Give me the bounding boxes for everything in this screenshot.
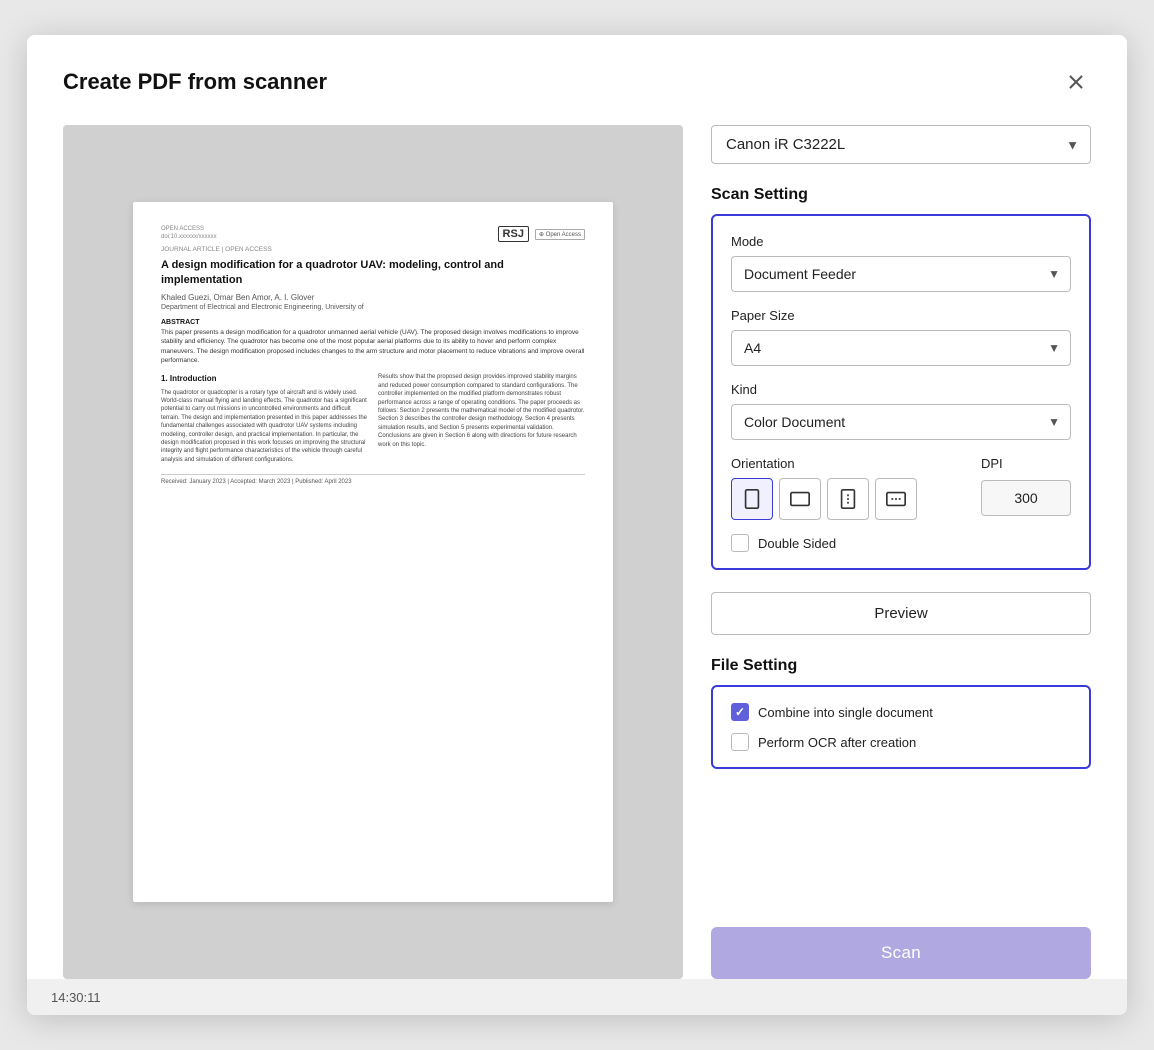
doc-affiliation: Department of Electrical and Electronic … (161, 304, 585, 311)
file-setting-section-title: File Setting (711, 657, 1091, 675)
landscape-flip-icon (885, 488, 907, 510)
doc-col-left: 1. Introduction The quadrotor or quadcop… (161, 373, 368, 464)
mode-select-wrap: Document Feeder Flatbed ▼ (731, 256, 1071, 292)
paper-size-label: Paper Size (731, 308, 1071, 323)
mode-select[interactable]: Document Feeder Flatbed (731, 256, 1071, 292)
doc-small-text: OPEN ACCESS (161, 226, 217, 232)
doc-section-title: 1. Introduction (161, 373, 368, 384)
settings-spacer (711, 791, 1091, 927)
orientation-buttons (731, 478, 965, 520)
kind-select-wrap: Color Document Black & White Document Co… (731, 404, 1071, 440)
orientation-group: Orientation (731, 456, 965, 520)
doc-authors: Khaled Guezi, Omar Ben Amor, A. I. Glove… (161, 293, 585, 302)
dpi-label: DPI (981, 456, 1071, 471)
doc-open-access-badge: ⊕ Open Access (535, 229, 585, 240)
bottom-time: 14:30:11 (51, 990, 101, 1005)
bottom-bar: 14:30:11 (27, 979, 1127, 1015)
doc-rsj-logo: RSJ (498, 226, 529, 242)
dpi-input[interactable] (981, 480, 1071, 516)
scan-setting-section-title: Scan Setting (711, 186, 1091, 204)
doc-intro-text: The quadrotor or quadcopter is a rotary … (161, 389, 368, 465)
dialog-title: Create PDF from scanner (63, 69, 327, 95)
paper-size-select-wrap: A4 A3 Letter Legal ▼ (731, 330, 1071, 366)
orientation-label: Orientation (731, 456, 965, 471)
kind-select[interactable]: Color Document Black & White Document Co… (731, 404, 1071, 440)
dialog-body: OPEN ACCESS doi:10.xxxxxx/xxxxxx RSJ ⊕ O… (63, 125, 1091, 979)
doc-logos: RSJ ⊕ Open Access (498, 226, 585, 242)
doc-doi: doi:10.xxxxxx/xxxxxx (161, 234, 217, 240)
dpi-group: DPI (981, 456, 1071, 516)
close-button[interactable] (1061, 67, 1091, 97)
scanner-select-wrap: Canon iR C3222L ▼ (711, 125, 1091, 164)
double-sided-row: Double Sided (731, 534, 1071, 552)
doc-two-col-section: 1. Introduction The quadrotor or quadcop… (161, 373, 585, 464)
scan-button[interactable]: Scan (711, 927, 1091, 979)
document-preview-area: OPEN ACCESS doi:10.xxxxxx/xxxxxx RSJ ⊕ O… (63, 125, 683, 979)
mode-label: Mode (731, 234, 1071, 249)
doc-header-row: OPEN ACCESS doi:10.xxxxxx/xxxxxx RSJ ⊕ O… (161, 226, 585, 242)
landscape-icon (789, 488, 811, 510)
doc-col-right: Results show that the proposed design pr… (378, 373, 585, 464)
ocr-checkbox[interactable] (731, 733, 749, 751)
orientation-dpi-row: Orientation (731, 456, 1071, 520)
doc-right-text: Results show that the proposed design pr… (378, 373, 585, 449)
combine-checkbox[interactable] (731, 703, 749, 721)
ocr-label: Perform OCR after creation (758, 735, 916, 750)
preview-button[interactable]: Preview (711, 592, 1091, 635)
orientation-landscape-button[interactable] (779, 478, 821, 520)
portrait-flip-icon (837, 488, 859, 510)
orientation-landscape-flip-button[interactable] (875, 478, 917, 520)
scan-setting-box: Mode Document Feeder Flatbed ▼ Paper Siz… (711, 214, 1091, 570)
doc-journal-label: JOURNAL ARTICLE | OPEN ACCESS (161, 246, 585, 253)
dialog-header: Create PDF from scanner (63, 67, 1091, 97)
close-icon (1065, 71, 1087, 93)
double-sided-label: Double Sided (758, 536, 836, 551)
doc-footer: Received: January 2023 | Accepted: March… (161, 474, 585, 485)
orientation-portrait-flip-button[interactable] (827, 478, 869, 520)
doc-abstract-text: This paper presents a design modificatio… (161, 328, 585, 366)
scanner-select[interactable]: Canon iR C3222L (711, 125, 1091, 164)
portrait-icon (741, 488, 763, 510)
file-setting-box: Combine into single document Perform OCR… (711, 685, 1091, 769)
create-pdf-dialog: Create PDF from scanner OPEN ACCESS doi:… (27, 35, 1127, 1015)
combine-option-row: Combine into single document (731, 703, 1071, 721)
kind-label: Kind (731, 382, 1071, 397)
ocr-option-row: Perform OCR after creation (731, 733, 1071, 751)
orientation-portrait-button[interactable] (731, 478, 773, 520)
settings-panel: Canon iR C3222L ▼ Scan Setting Mode Docu… (711, 125, 1091, 979)
doc-title: A design modification for a quadrotor UA… (161, 258, 585, 289)
combine-label: Combine into single document (758, 705, 933, 720)
paper-size-select[interactable]: A4 A3 Letter Legal (731, 330, 1071, 366)
double-sided-checkbox[interactable] (731, 534, 749, 552)
document-preview: OPEN ACCESS doi:10.xxxxxx/xxxxxx RSJ ⊕ O… (133, 202, 613, 902)
doc-abstract-label: ABSTRACT (161, 319, 585, 326)
